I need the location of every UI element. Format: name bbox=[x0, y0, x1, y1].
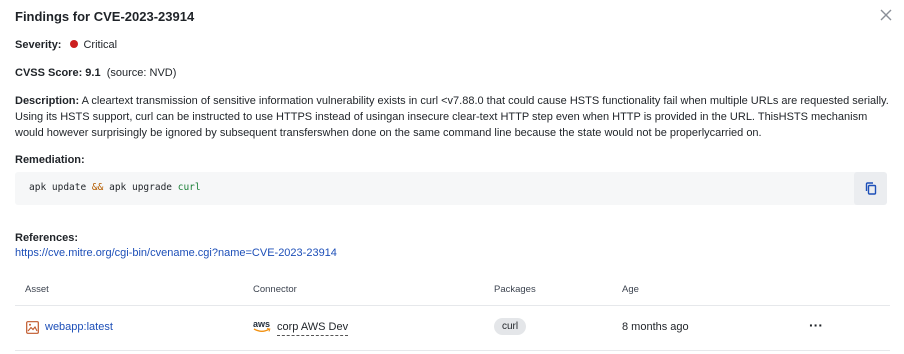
image-icon bbox=[26, 320, 39, 334]
column-header-age: Age bbox=[622, 284, 639, 295]
asset-name: webapp:latest bbox=[45, 321, 113, 333]
more-icon[interactable]: ··· bbox=[809, 318, 823, 332]
references-label: References: bbox=[15, 232, 78, 244]
column-header-connector: Connector bbox=[253, 284, 297, 295]
description-label: Description: bbox=[15, 95, 80, 107]
close-icon[interactable] bbox=[879, 8, 893, 22]
age-cell: 8 months ago bbox=[622, 321, 689, 333]
connector-name[interactable]: corp AWS Dev bbox=[277, 320, 349, 336]
asset-link[interactable]: webapp:latest bbox=[26, 320, 113, 334]
copy-button[interactable] bbox=[854, 172, 887, 205]
remediation-label: Remediation: bbox=[15, 154, 85, 166]
cvss-source: (source: NVD) bbox=[106, 67, 177, 79]
description-text: A cleartext transmission of sensitive in… bbox=[15, 95, 889, 139]
connector-cell: aws corp AWS Dev bbox=[253, 319, 349, 336]
severity-row: Severity: Critical bbox=[15, 38, 117, 52]
column-header-asset: Asset bbox=[25, 284, 49, 295]
code-cmd-update: apk update bbox=[29, 182, 92, 193]
remediation-command: apk update && apk upgrade curl bbox=[29, 182, 201, 193]
package-badge[interactable]: curl bbox=[494, 318, 527, 335]
copy-icon bbox=[865, 182, 877, 195]
cvss-row: CVSS Score: 9.1 (source: NVD) bbox=[15, 66, 176, 80]
code-cmd-upgrade: apk upgrade bbox=[103, 182, 178, 193]
dialog-title: Findings for CVE-2023-23914 bbox=[15, 9, 195, 24]
reference-link[interactable]: https://cve.mitre.org/cgi-bin/cvename.cg… bbox=[15, 247, 337, 259]
aws-logo-icon: aws bbox=[253, 319, 271, 333]
severity-value: Critical bbox=[83, 39, 118, 51]
severity-label: Severity: bbox=[15, 39, 62, 51]
code-package: curl bbox=[177, 182, 201, 193]
code-operator: && bbox=[91, 182, 104, 193]
description: Description: A cleartext transmission of… bbox=[15, 93, 890, 141]
critical-status-dot-icon bbox=[70, 40, 79, 48]
table-header-divider bbox=[15, 305, 890, 306]
column-header-packages: Packages bbox=[494, 284, 536, 295]
table-row-divider bbox=[15, 350, 890, 351]
cvss-score: CVSS Score: 9.1 bbox=[15, 67, 101, 79]
remediation-code-block: apk update && apk upgrade curl bbox=[15, 172, 860, 205]
